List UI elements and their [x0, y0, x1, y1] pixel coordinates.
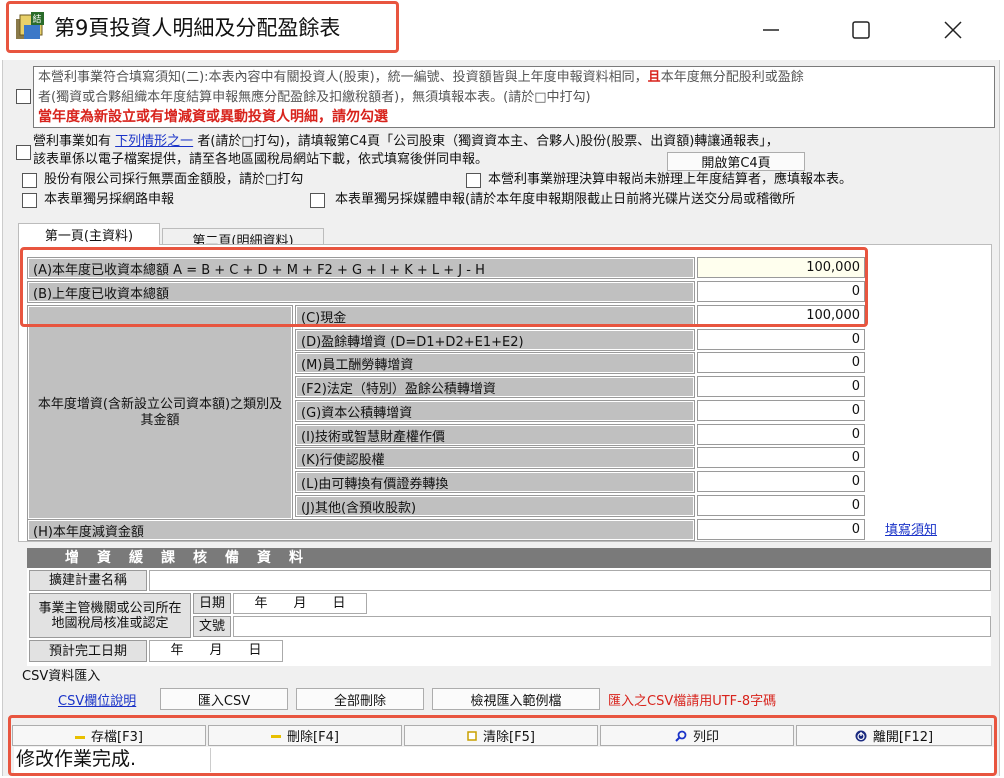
- final-return-checkbox[interactable]: [466, 173, 481, 188]
- authority-label: 事業主管機關或公司所在地國稅局核准或認定: [29, 593, 191, 638]
- increase-item-label: (L)由可轉換有價證券轉換: [295, 471, 695, 493]
- increase-item-value[interactable]: 0: [697, 495, 865, 516]
- online-filing-checkbox[interactable]: [22, 193, 37, 208]
- capital-a-value[interactable]: 100,000: [697, 257, 865, 278]
- increase-item-label: (I)技術或智慧財產權作價: [295, 424, 695, 446]
- c4-line1: 營利事業如有 下列情形之一 者(請於□打勾)，請填報第C4頁「公司股東（獨資資本…: [33, 134, 779, 149]
- increase-group-label: 本年度增資(含新設立公司資本額)之類別及其金額: [27, 305, 293, 520]
- increase-item-label: (C)現金: [295, 305, 695, 327]
- view-sample-button[interactable]: 檢視匯入範例檔: [432, 688, 600, 710]
- print-button[interactable]: 列印: [600, 725, 794, 746]
- save-icon: [75, 735, 86, 739]
- delete-all-button[interactable]: 全部刪除: [296, 688, 424, 710]
- notice-warning: 當年度為新設立或有增減資或異動投資人明細，請勿勾選: [38, 109, 388, 125]
- increase-item-value[interactable]: 0: [697, 424, 865, 445]
- capital-h-label: (H)本年度減資金額: [27, 519, 695, 541]
- capital-h-value[interactable]: 0: [697, 519, 865, 540]
- plan-name-label: 擴建計畫名稱: [29, 570, 147, 591]
- increase-item-value[interactable]: 0: [697, 376, 865, 397]
- maximize-icon: [852, 21, 870, 39]
- delete-icon: [271, 734, 282, 738]
- approval-doc-field[interactable]: [233, 616, 991, 637]
- capital-b-value[interactable]: 0: [697, 281, 865, 302]
- increase-item-label: (M)員工酬勞轉增資: [295, 352, 695, 374]
- approval-date-label: 日期: [193, 593, 231, 614]
- increase-item-value[interactable]: 0: [697, 400, 865, 421]
- search-icon: [675, 730, 687, 742]
- capital-b-label: (B)上年度已收資本總額: [27, 281, 695, 303]
- minimize-button[interactable]: [748, 8, 794, 52]
- tab-main[interactable]: 第一頁(主資料): [18, 223, 160, 245]
- clear-button[interactable]: 清除[F5]: [404, 725, 598, 746]
- clear-icon: [467, 730, 477, 741]
- increase-item-label: (F2)法定（特別）盈餘公積轉增資: [295, 376, 695, 398]
- increase-item-value[interactable]: 0: [697, 471, 865, 492]
- increase-item-value[interactable]: 0: [697, 329, 865, 350]
- media-filing-checkbox[interactable]: [310, 193, 325, 208]
- csv-help-link[interactable]: CSV欄位說明: [58, 690, 136, 709]
- increase-item-label: (J)其他(含預收股款): [295, 495, 695, 517]
- approval-doc-label: 文號: [193, 616, 231, 637]
- notice-line2: 者(獨資或合夥組織本年度結算申報無應分配盈餘及扣繳稅額者)，無須填報本表。(請於…: [38, 90, 591, 105]
- increase-item-value[interactable]: 100,000: [697, 305, 865, 326]
- increase-item-value[interactable]: 0: [697, 447, 865, 468]
- approval-date-field[interactable]: 年 月 日: [233, 593, 367, 614]
- online-filing-label: 本表單獨另採網路申報: [44, 192, 175, 207]
- app-icon: 結: [14, 11, 46, 43]
- increase-item-value[interactable]: 0: [697, 352, 865, 373]
- window-title: 第9頁投資人明細及分配盈餘表: [54, 16, 341, 40]
- no-report-checkbox[interactable]: [16, 89, 31, 104]
- exit-button[interactable]: 離開[F12]: [796, 725, 992, 746]
- svg-text:結: 結: [33, 13, 42, 25]
- plan-name-field[interactable]: [149, 570, 991, 591]
- no-par-shares-label: 股份有限公司採行無票面金額股，請於□打勾: [44, 172, 304, 187]
- c4-conditions-link[interactable]: 下列情形之一: [115, 134, 193, 149]
- final-return-label: 本營利事業辦理決算申報尚未辦理上年度結算者，應填報本表。: [488, 172, 853, 187]
- minimize-icon: [763, 29, 779, 31]
- import-csv-button[interactable]: 匯入CSV: [160, 688, 288, 710]
- maximize-button[interactable]: [838, 8, 884, 52]
- status-text: 修改作業完成.: [16, 748, 137, 770]
- title-bar: 結 第9頁投資人明細及分配盈餘表: [0, 0, 1004, 60]
- power-icon: [855, 730, 867, 741]
- open-c4-button[interactable]: 開啟第C4頁: [667, 152, 805, 171]
- notice-line1: 本營利事業符合填寫須知(二):本表內容中有關投資人(股東)，統一編號、投資額皆與…: [38, 70, 804, 85]
- no-par-shares-checkbox[interactable]: [22, 173, 37, 188]
- tab-details[interactable]: 第二頁(明細資料): [162, 228, 324, 244]
- help-link[interactable]: 填寫須知: [885, 519, 937, 538]
- completion-date-field[interactable]: 年 月 日: [149, 640, 283, 662]
- delete-button[interactable]: 刪除[F4]: [208, 725, 402, 746]
- increase-item-label: (K)行使認股權: [295, 447, 695, 469]
- close-button[interactable]: [930, 8, 976, 52]
- media-filing-label: 本表單獨另採媒體申報(請於本年度申報期限截止日前將光碟片送交分局或稽徵所: [335, 192, 796, 207]
- csv-encoding-note: 匯入之CSV檔請用UTF-8字碼: [608, 694, 777, 709]
- status-divider: [210, 748, 211, 772]
- increase-item-label: (D)盈餘轉增資 (D=D1+D2+E1+E2): [295, 329, 695, 351]
- csv-group-title: CSV資料匯入: [22, 669, 101, 684]
- save-button[interactable]: 存檔[F3]: [12, 725, 206, 746]
- verification-header: 增資緩課核備資料: [27, 548, 991, 568]
- increase-item-label: (G)資本公積轉增資: [295, 400, 695, 422]
- c4-checkbox[interactable]: [16, 145, 31, 160]
- c4-line2: 該表單係以電子檔案提供，請至各地區國稅局網站下載，依式填寫後併同申報。: [33, 152, 489, 167]
- status-bar: 修改作業完成.: [14, 747, 994, 773]
- close-icon: [944, 21, 962, 39]
- completion-date-label: 預計完工日期: [29, 640, 147, 662]
- capital-a-label: (A)本年度已收資本總額 A = B + C + D + M + F2 + G …: [27, 257, 695, 279]
